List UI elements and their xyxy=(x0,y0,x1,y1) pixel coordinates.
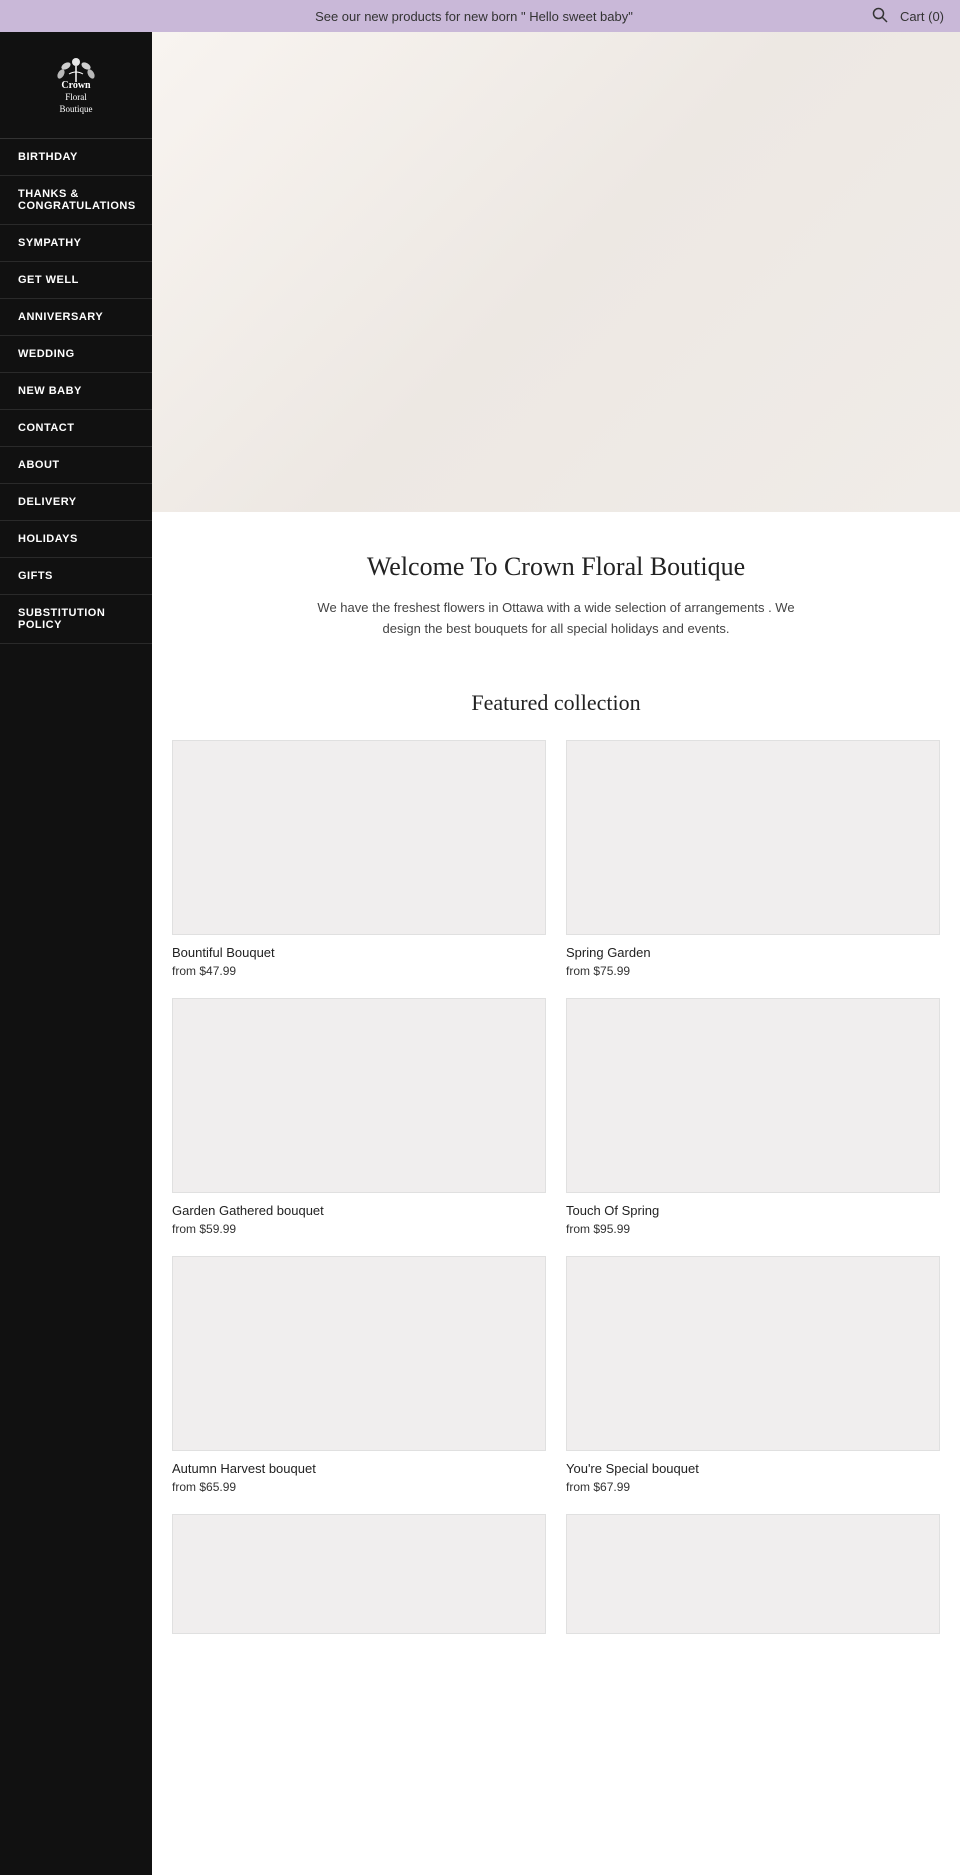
featured-title: Featured collection xyxy=(172,690,940,716)
product-card-garden-gathered-bouquet[interactable]: Garden Gathered bouquet from $59.99 xyxy=(172,998,546,1236)
product-name-touch-of-spring: Touch Of Spring xyxy=(566,1203,940,1218)
sidebar-item-gifts[interactable]: GIFTS xyxy=(0,558,152,595)
price-value: $65.99 xyxy=(199,1480,236,1494)
featured-section: Featured collection Bountiful Bouquet fr… xyxy=(152,670,960,1684)
price-from-label: from xyxy=(566,1222,590,1236)
product-image-garden-gathered-bouquet xyxy=(172,998,546,1193)
product-price-touch-of-spring: from $95.99 xyxy=(566,1222,940,1236)
price-value: $47.99 xyxy=(199,964,236,978)
product-price-autumn-harvest-bouquet: from $65.99 xyxy=(172,1480,546,1494)
product-name-spring-garden: Spring Garden xyxy=(566,945,940,960)
product-name-autumn-harvest-bouquet: Autumn Harvest bouquet xyxy=(172,1461,546,1476)
logo[interactable]: Crown Floral Boutique xyxy=(0,32,152,139)
main-content: Welcome To Crown Floral Boutique We have… xyxy=(152,32,960,1875)
sidebar-item-holidays[interactable]: HOLIDAYS xyxy=(0,521,152,558)
product-card-8[interactable] xyxy=(566,1514,940,1644)
hero-slideshow xyxy=(152,32,960,512)
welcome-title: Welcome To Crown Floral Boutique xyxy=(212,552,900,582)
price-value: $75.99 xyxy=(593,964,630,978)
product-price-spring-garden: from $75.99 xyxy=(566,964,940,978)
sidebar-item-sympathy[interactable]: SYMPATHY xyxy=(0,225,152,262)
price-value: $95.99 xyxy=(593,1222,630,1236)
sidebar-item-contact[interactable]: CONTACT xyxy=(0,410,152,447)
sidebar-item-thanks-congratulations[interactable]: THANKS &CONGRATULATIONS xyxy=(0,176,152,225)
product-image-8 xyxy=(566,1514,940,1634)
sidebar: Crown Floral Boutique BIRTHDAY THANKS &C… xyxy=(0,32,152,1875)
svg-text:Floral: Floral xyxy=(65,92,87,102)
price-from-label: from xyxy=(566,964,590,978)
welcome-section: Welcome To Crown Floral Boutique We have… xyxy=(152,512,960,670)
product-card-touch-of-spring[interactable]: Touch Of Spring from $95.99 xyxy=(566,998,940,1236)
product-card-autumn-harvest-bouquet[interactable]: Autumn Harvest bouquet from $65.99 xyxy=(172,1256,546,1494)
price-from-label: from xyxy=(172,964,196,978)
price-from-label: from xyxy=(566,1480,590,1494)
sidebar-item-substitution-policy[interactable]: SUBSTITUTION POLICY xyxy=(0,595,152,644)
svg-text:Crown: Crown xyxy=(61,80,91,91)
price-from-label: from xyxy=(172,1222,196,1236)
product-price-youre-special-bouquet: from $67.99 xyxy=(566,1480,940,1494)
top-banner: See our new products for new born " Hell… xyxy=(0,0,960,32)
product-image-7 xyxy=(172,1514,546,1634)
product-card-bountiful-bouquet[interactable]: Bountiful Bouquet from $47.99 xyxy=(172,740,546,978)
product-name-youre-special-bouquet: You're Special bouquet xyxy=(566,1461,940,1476)
welcome-text: We have the freshest flowers in Ottawa w… xyxy=(306,598,806,640)
sidebar-item-birthday[interactable]: BIRTHDAY xyxy=(0,139,152,176)
price-from-label: from xyxy=(172,1480,196,1494)
price-value: $59.99 xyxy=(199,1222,236,1236)
product-image-autumn-harvest-bouquet xyxy=(172,1256,546,1451)
product-card-7[interactable] xyxy=(172,1514,546,1644)
sidebar-item-delivery[interactable]: DELIVERY xyxy=(0,484,152,521)
sidebar-item-anniversary[interactable]: ANNIVERSARY xyxy=(0,299,152,336)
product-grid: Bountiful Bouquet from $47.99 Spring Gar… xyxy=(172,740,940,1644)
product-card-youre-special-bouquet[interactable]: You're Special bouquet from $67.99 xyxy=(566,1256,940,1494)
product-image-spring-garden xyxy=(566,740,940,935)
sidebar-item-wedding[interactable]: WEDDING xyxy=(0,336,152,373)
product-name-bountiful-bouquet: Bountiful Bouquet xyxy=(172,945,546,960)
sidebar-item-new-baby[interactable]: NEW BABY xyxy=(0,373,152,410)
product-image-touch-of-spring xyxy=(566,998,940,1193)
product-image-youre-special-bouquet xyxy=(566,1256,940,1451)
svg-text:Boutique: Boutique xyxy=(60,104,93,114)
product-name-garden-gathered-bouquet: Garden Gathered bouquet xyxy=(172,1203,546,1218)
product-price-garden-gathered-bouquet: from $59.99 xyxy=(172,1222,546,1236)
sidebar-item-about[interactable]: ABOUT xyxy=(0,447,152,484)
sidebar-nav: BIRTHDAY THANKS &CONGRATULATIONS SYMPATH… xyxy=(0,139,152,644)
product-card-spring-garden[interactable]: Spring Garden from $75.99 xyxy=(566,740,940,978)
price-value: $67.99 xyxy=(593,1480,630,1494)
cart-label[interactable]: Cart (0) xyxy=(900,9,944,24)
sidebar-item-get-well[interactable]: GET WELL xyxy=(0,262,152,299)
product-image-bountiful-bouquet xyxy=(172,740,546,935)
product-price-bountiful-bouquet: from $47.99 xyxy=(172,964,546,978)
banner-text: See our new products for new born " Hell… xyxy=(76,9,872,24)
search-icon[interactable] xyxy=(872,7,888,26)
